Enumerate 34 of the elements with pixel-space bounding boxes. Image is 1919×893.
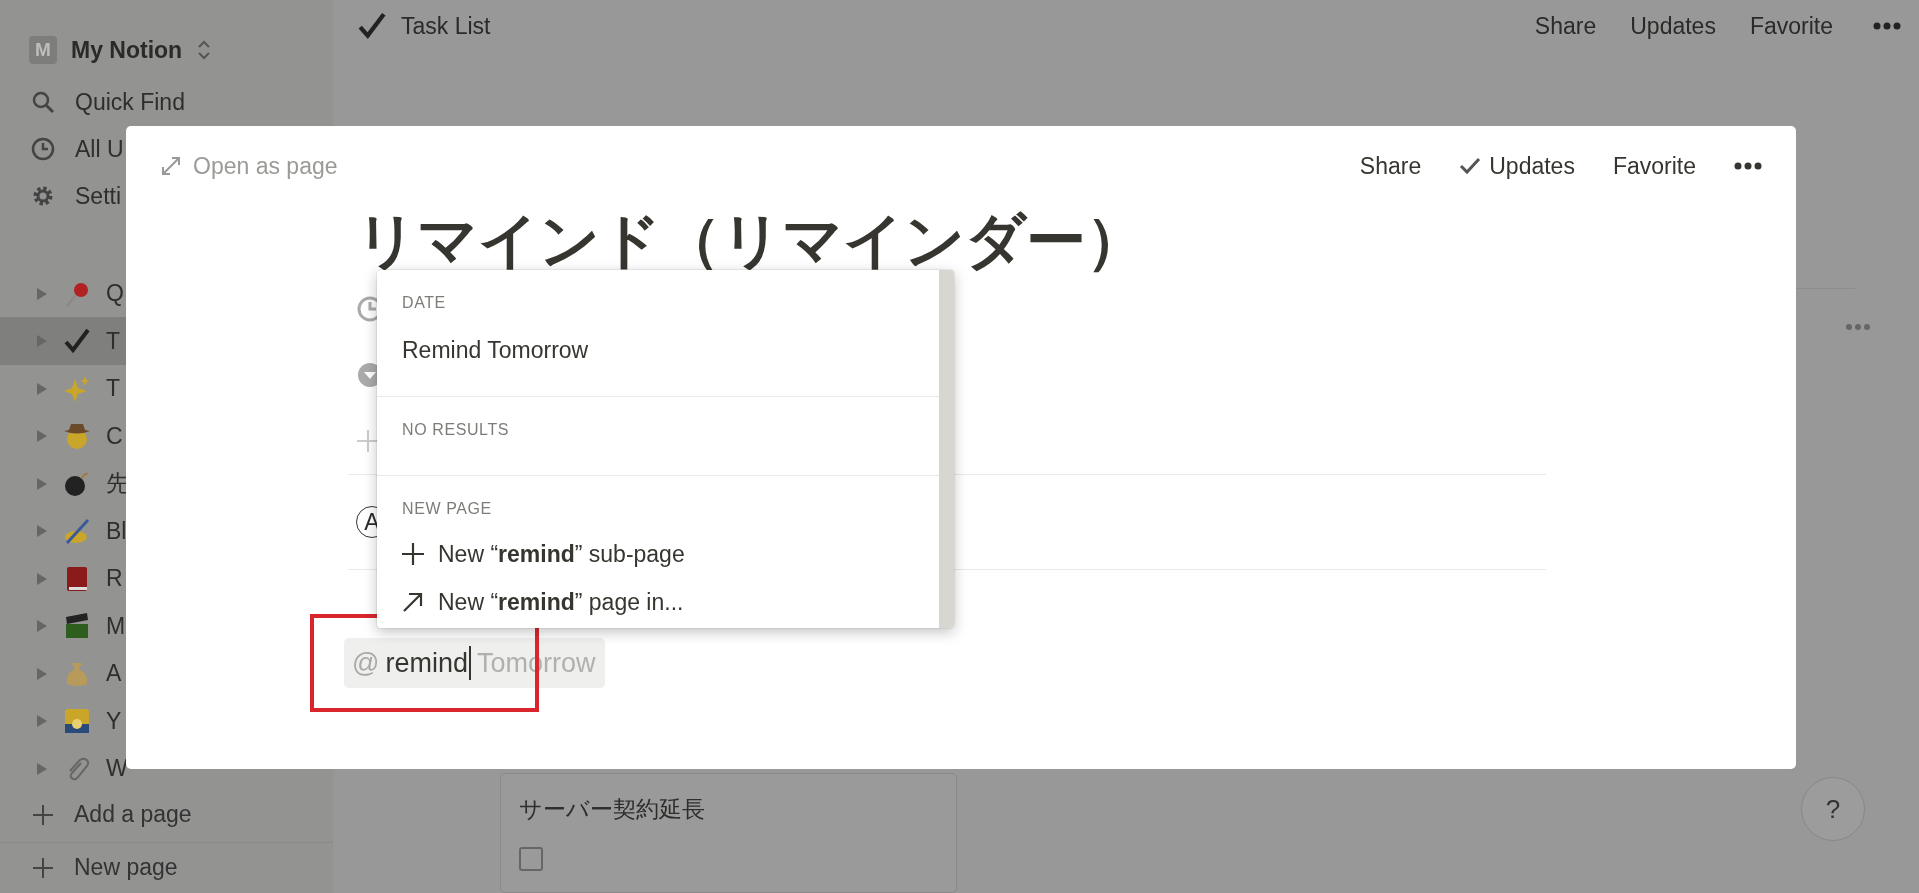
card-title: サーバー契約延長	[519, 795, 706, 824]
task-card[interactable]: サーバー契約延長	[500, 773, 957, 893]
help-button[interactable]: ?	[1801, 777, 1865, 841]
sidebar-page-item[interactable]: R	[0, 554, 333, 603]
sidebar-page-item[interactable]: M	[0, 602, 333, 650]
menu-item[interactable]: Remind Tomorrow	[402, 330, 939, 370]
sidebar-nav-item[interactable]: All U	[75, 135, 124, 163]
workspace-initial: M	[29, 36, 57, 65]
page-title[interactable]: Task List	[401, 12, 491, 40]
menu-section-header: DATE	[402, 294, 447, 312]
sidebar-page-item[interactable]: T	[0, 364, 333, 413]
modal-action[interactable]: Updates	[1459, 152, 1575, 180]
sidebar-page-item[interactable]: Q	[0, 269, 333, 318]
sidebar-page-item[interactable]: Bl	[0, 507, 333, 555]
sidebar-page-item[interactable]: W	[0, 744, 333, 793]
topbar-action[interactable]: Share	[1534, 12, 1597, 40]
modal-action[interactable]: Share	[1359, 152, 1422, 180]
menu-section-header: NO RESULTS	[402, 421, 511, 439]
menu-item[interactable]: New “remind” page in...	[438, 588, 684, 616]
sidebar-nav-item[interactable]: Setti	[75, 182, 122, 210]
menu-item[interactable]: New “remind” sub-page	[438, 540, 685, 568]
sidebar-page-item[interactable]: Y	[0, 697, 333, 745]
new-page-button[interactable]: New page	[74, 854, 178, 882]
open-as-page-link[interactable]: Open as page	[193, 152, 338, 180]
menu-section-header: NEW PAGE	[402, 500, 493, 518]
workspace-name[interactable]: My Notion	[71, 36, 183, 64]
modal-action[interactable]: Favorite	[1612, 152, 1696, 180]
sidebar-nav-item[interactable]: Quick Find	[75, 88, 185, 116]
page-heading: リマインド（リマインダー）	[356, 206, 1147, 276]
sidebar-page-item[interactable]: A	[0, 649, 333, 698]
sidebar-page-item[interactable]: C	[0, 412, 333, 460]
topbar-action[interactable]: Updates	[1630, 12, 1716, 40]
add-page-link[interactable]: Add a page	[74, 801, 192, 829]
topbar-action[interactable]: Favorite	[1749, 12, 1833, 40]
